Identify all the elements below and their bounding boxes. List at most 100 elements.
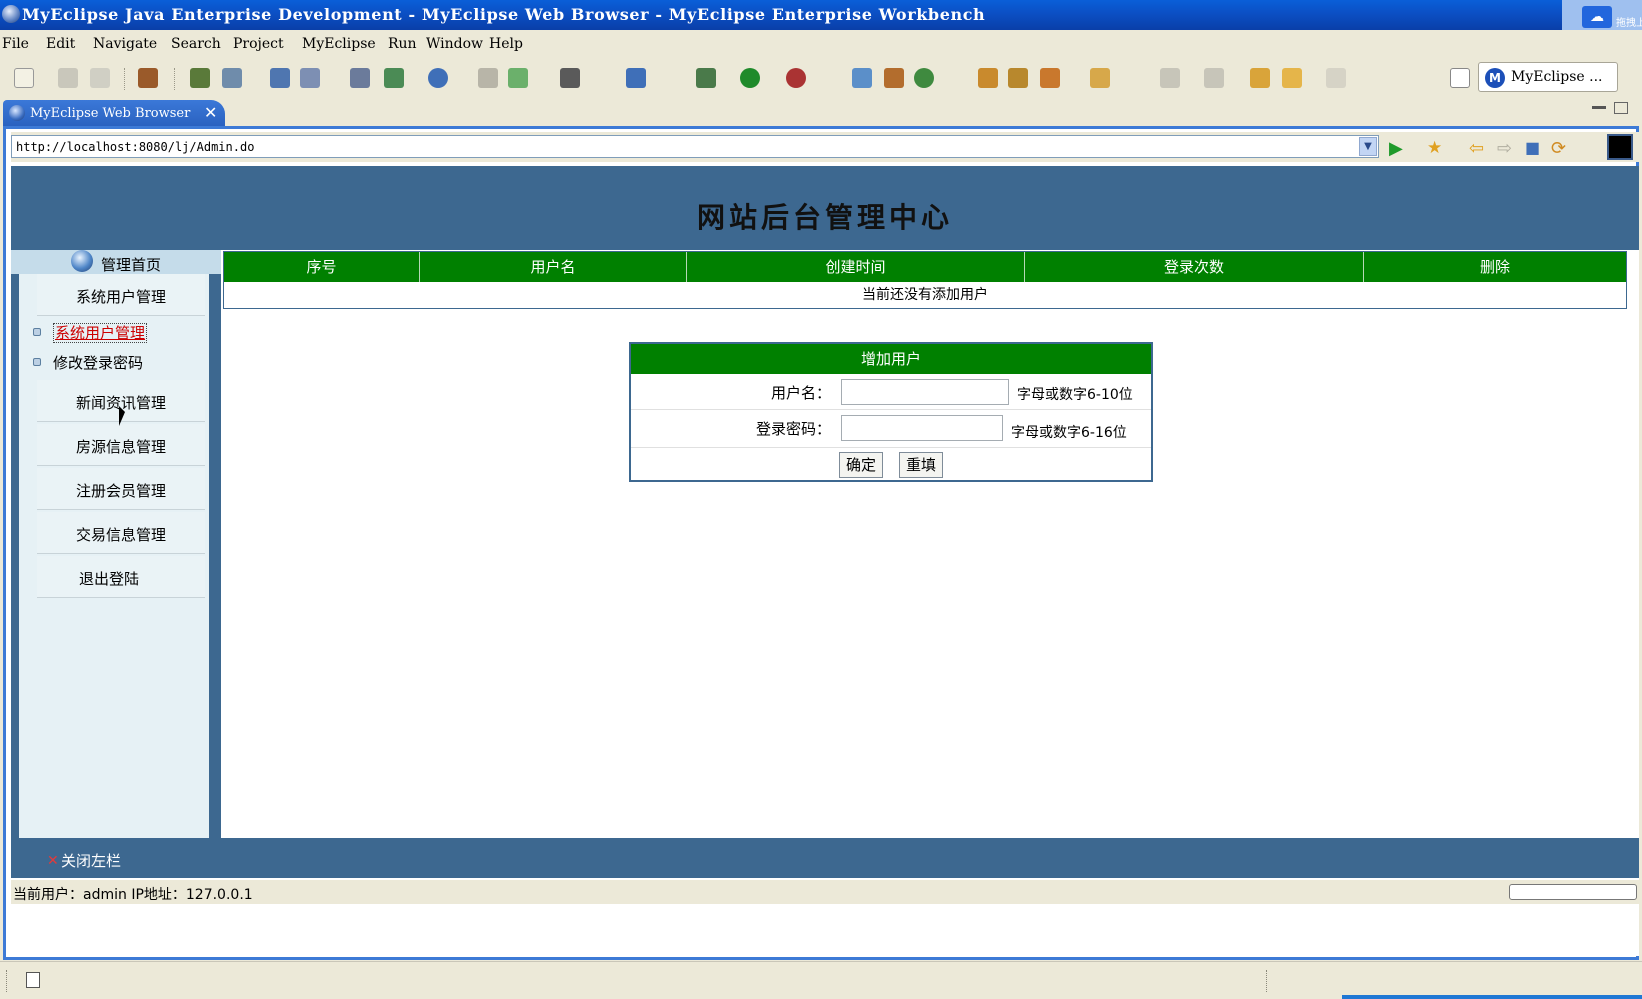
open-folder-icon[interactable] [978,68,998,88]
menu-myeclipse[interactable]: MyEclipse [302,36,376,52]
username-input[interactable] [841,379,1009,405]
url-bar: http://localhost:8080/lj/Admin.do ▼ ▶ ★ … [11,132,1639,162]
sidebar-item-label: 退出登陆 [78,570,139,588]
new-wizard-icon[interactable] [852,68,872,88]
sidebar-item-listings[interactable]: 房源信息管理 [37,424,205,466]
password-label: 登录密码： [755,420,831,438]
status-text: 当前用户：admin IP地址：127.0.0.1 [13,887,253,903]
menu-help[interactable]: Help [489,36,523,52]
web-browser-icon[interactable] [428,68,448,88]
forward-arrow-icon[interactable]: ⇨ [1497,138,1517,159]
submit-button[interactable]: 确定 [839,452,884,478]
add-user-form: 增加用户 用户名： 字母或数字6-10位 登录密码： 字母或数字6-16位 确定… [629,342,1153,482]
back-icon[interactable] [1282,68,1302,88]
camera-icon[interactable] [560,68,580,88]
fast-view-icon[interactable] [26,972,40,988]
open-perspective-icon[interactable] [1450,68,1470,88]
sidebar-item-logout[interactable]: 退出登陆 [37,556,205,598]
progress-indicator [1509,884,1637,900]
cloud-icon[interactable]: ☁ [1582,6,1612,28]
menu-file[interactable]: File [2,36,29,52]
reset-button[interactable]: 重填 [899,452,944,478]
new-project-icon[interactable] [508,68,528,88]
server-icon[interactable] [222,68,242,88]
close-icon[interactable]: ✕ [204,103,217,122]
browser-view-icon[interactable] [1607,134,1633,160]
menu-window[interactable]: Window [426,36,483,52]
next-annotation-icon[interactable] [1160,68,1180,88]
globe-icon [71,250,93,272]
url-input[interactable]: http://localhost:8080/lj/Admin.do [11,135,1379,158]
open-resource-icon[interactable] [1040,68,1060,88]
sidebar-panel: 系统用户管理 系统用户管理 修改登录密码 新闻资讯管理 房源信息管理 注册会员管… [19,274,209,858]
favorites-icon[interactable]: ★ [1427,138,1447,158]
close-sidebar-link[interactable]: 关闭左栏 [61,850,121,871]
run-icon[interactable] [740,68,760,88]
package-icon[interactable] [138,68,158,88]
last-edit-icon[interactable] [1250,68,1270,88]
sidebar: 管理首页 系统用户管理 系统用户管理 修改登录密码 新闻资讯管理 房源信息管理 [11,250,221,870]
site-title: 网站后台管理中心 [696,201,953,234]
chevron-down-icon[interactable]: ▼ [1359,137,1377,156]
save-icon[interactable] [58,68,78,88]
perspective-switcher[interactable]: M MyEclipse ... [1478,62,1618,92]
editor-area: MyEclipse Web Browser ✕ http://localhost… [0,96,1642,961]
profile-icon[interactable] [786,68,806,88]
back-arrow-icon[interactable]: ⇦ [1469,138,1489,159]
bullet-icon [33,358,41,366]
search-icon[interactable] [270,68,290,88]
refresh-icon[interactable]: ⟳ [1551,138,1571,159]
site-header: 网站后台管理中心 [11,166,1639,250]
menu-search[interactable]: Search [171,36,221,52]
mouse-cursor-icon [119,406,125,426]
menu-project[interactable]: Project [233,36,284,52]
find-icon[interactable] [300,68,320,88]
password-input[interactable] [841,415,1003,441]
menu-bar: File Edit Navigate Search Project MyEcli… [0,31,1642,57]
column-header-logins: 登录次数 [1025,252,1364,282]
menu-run[interactable]: Run [388,36,417,52]
menu-edit[interactable]: Edit [46,36,75,52]
column-header-username: 用户名 [420,252,687,282]
sub-item-change-password[interactable]: 修改登录密码 [53,352,143,373]
go-icon[interactable]: ▶ [1389,138,1409,159]
username-row: 用户名： 字母或数字6-10位 [631,374,1151,410]
sidebar-home[interactable]: 管理首页 [11,250,221,274]
external-tools-icon[interactable] [626,68,646,88]
status-progress-strip [1342,995,1642,999]
debug-icon[interactable] [190,68,210,88]
sidebar-item-transactions[interactable]: 交易信息管理 [37,512,205,554]
column-header-delete: 删除 [1364,252,1626,282]
minimize-view-icon[interactable] [1592,106,1606,109]
sub-item-label: 系统用户管理 [53,323,148,343]
publish-icon[interactable] [384,68,404,88]
form-title: 增加用户 [631,344,1151,374]
column-header-created: 创建时间 [687,252,1025,282]
new-class-icon[interactable] [884,68,904,88]
close-icon[interactable]: ✕ [47,853,59,869]
prev-annotation-icon[interactable] [1204,68,1224,88]
sidebar-item-members[interactable]: 注册会员管理 [37,468,205,510]
print-icon[interactable] [90,68,110,88]
main-toolbar: M MyEclipse ... [0,60,1642,96]
deploy-icon[interactable] [350,68,370,88]
sub-item-system-users[interactable]: 系统用户管理 [53,322,148,343]
password-hint: 字母或数字6-16位 [1011,425,1127,441]
sidebar-item-label: 交易信息管理 [75,526,166,544]
password-row: 登录密码： 字母或数字6-16位 [631,410,1151,448]
browser-frame: http://localhost:8080/lj/Admin.do ▼ ▶ ★ … [3,126,1639,960]
footer-bar: ✕ 关闭左栏 [11,838,1639,878]
stop-icon[interactable]: ■ [1525,138,1545,158]
rocket-icon[interactable] [1008,68,1028,88]
window-title-bar[interactable]: MyEclipse Java Enterprise Development - … [0,0,1642,30]
open-type-icon[interactable] [478,68,498,88]
tab-web-browser[interactable]: MyEclipse Web Browser ✕ [3,100,225,126]
refresh-icon[interactable] [914,68,934,88]
debug-run-icon[interactable] [696,68,716,88]
sidebar-item-system-users[interactable]: 系统用户管理 [37,274,205,316]
folder-icon[interactable] [1090,68,1110,88]
maximize-view-icon[interactable] [1614,102,1628,114]
new-file-icon[interactable] [14,68,34,88]
forward-icon[interactable] [1326,68,1346,88]
menu-navigate[interactable]: Navigate [93,36,157,52]
